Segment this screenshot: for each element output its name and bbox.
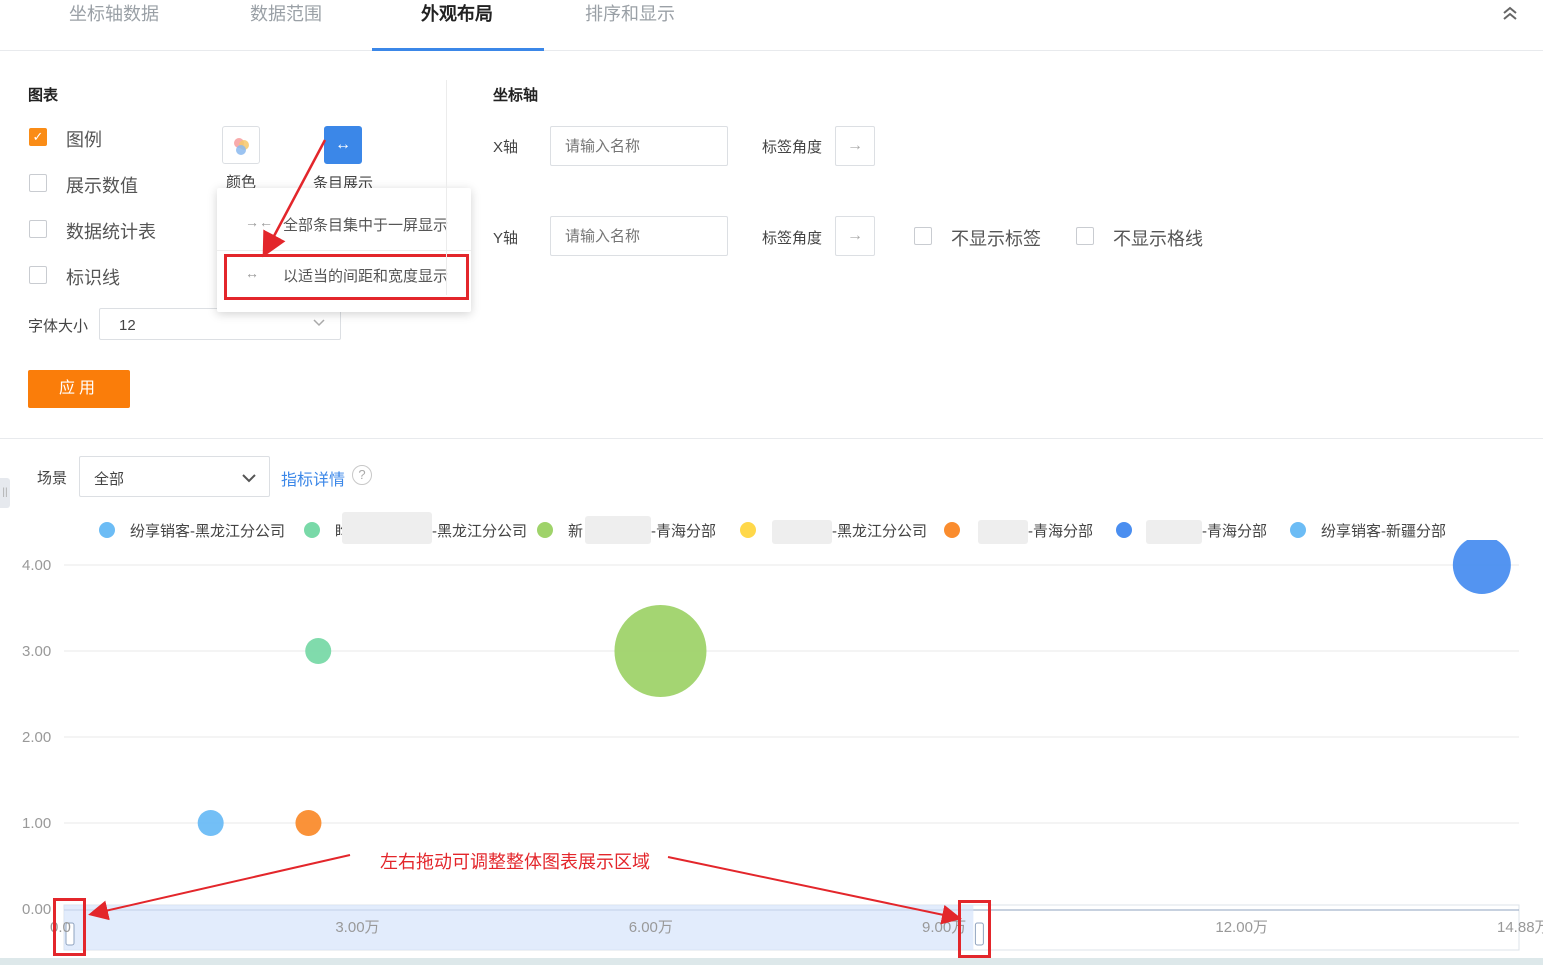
help-icon[interactable]: ? (352, 465, 372, 485)
axis-section-title: 坐标轴 (493, 87, 539, 104)
legend-marker[interactable] (944, 522, 960, 538)
hide-labels-checkbox[interactable] (914, 227, 932, 245)
x-axis-label: X轴 (493, 139, 519, 156)
apply-button[interactable]: 应用 (28, 370, 130, 408)
dropdown-annotation-arrow (262, 139, 327, 258)
y-axis-label: Y轴 (493, 230, 519, 247)
highlight-box-left-handle (53, 898, 86, 956)
legend-item-label[interactable]: 纷享销客-新疆分部 (1321, 520, 1446, 541)
y-tick-label: 2.00 (22, 729, 51, 746)
panel-divider (446, 80, 447, 295)
legend-item-label[interactable]: 纷享销客-黑龙江分公司 (130, 520, 285, 541)
scene-value: 全部 (94, 471, 125, 488)
bubble-point[interactable] (197, 810, 224, 836)
bottom-strip (0, 958, 1543, 965)
tab-axis-data[interactable]: 坐标轴数据 (69, 0, 159, 24)
legend-item-label[interactable]: -黑龙江分公司 (432, 520, 527, 541)
show-values-checkbox[interactable] (29, 174, 47, 192)
show-values-label: 展示数值 (66, 176, 138, 196)
stats-table-label: 数据统计表 (66, 222, 156, 242)
tab-appearance-layout[interactable]: 外观布局 (421, 0, 493, 24)
y-tick-label: 3.00 (22, 643, 51, 660)
scene-select[interactable]: 全部 (79, 456, 270, 497)
arrow-right-icon: → (847, 137, 863, 154)
tab-sort-display[interactable]: 排序和显示 (585, 0, 675, 24)
legend-marker[interactable] (537, 522, 553, 538)
expand-arrows-icon: ↔ (335, 136, 351, 153)
highlight-box-right-handle (958, 900, 991, 958)
side-drag-handle[interactable]: || (0, 478, 10, 508)
legend-marker[interactable] (1116, 522, 1132, 538)
arrow-right-icon: → (847, 227, 863, 244)
legend-marker[interactable] (740, 522, 756, 538)
bubble-point[interactable] (614, 605, 707, 697)
highlight-box-option (224, 254, 469, 300)
legend-checkbox-label: 图例 (66, 130, 102, 150)
chevron-down-icon (312, 313, 326, 335)
legend-marker[interactable] (99, 522, 115, 538)
y-label-angle-button[interactable]: → (835, 216, 875, 256)
legend-item-label[interactable]: -青海分部 (1202, 520, 1267, 541)
font-size-label: 字体大小 (28, 318, 89, 335)
x-axis-name-input[interactable] (550, 126, 728, 166)
legend-item-label[interactable]: -青海分部 (1028, 520, 1093, 541)
legend-item-label[interactable]: -黑龙江分公司 (832, 520, 927, 541)
collapse-icon[interactable] (1498, 4, 1522, 26)
marker-line-label: 标识线 (66, 268, 120, 288)
legend-marker[interactable] (304, 522, 320, 538)
font-size-select[interactable]: 12 (99, 308, 341, 340)
legend-item-label[interactable]: -青海分部 (651, 520, 716, 541)
y-label-angle-label: 标签角度 (762, 230, 823, 247)
x-label-angle-label: 标签角度 (762, 139, 823, 156)
indicator-detail-link[interactable]: 指标详情 (281, 466, 345, 490)
font-size-value: 12 (119, 317, 136, 334)
y-tick-label: 1.00 (22, 815, 51, 832)
legend-checkbox[interactable]: ✓ (29, 128, 47, 146)
hide-labels-label: 不显示标签 (951, 229, 1041, 249)
scene-label: 场景 (37, 470, 68, 487)
hide-grid-checkbox[interactable] (1076, 227, 1094, 245)
color-palette-icon (234, 138, 249, 155)
tab-data-range[interactable]: 数据范围 (250, 0, 322, 24)
bubble-point[interactable] (1452, 540, 1511, 594)
chevron-down-icon (241, 467, 257, 491)
y-tick-label: 4.00 (22, 557, 51, 574)
annotation-arrows (88, 854, 962, 925)
x-label-angle-button[interactable]: → (835, 126, 875, 166)
hide-grid-label: 不显示格线 (1113, 229, 1203, 249)
y-axis-name-input[interactable] (550, 216, 728, 256)
bubble-point[interactable] (295, 810, 322, 836)
chart-section-title: 图表 (28, 87, 59, 104)
legend-marker[interactable] (1290, 522, 1306, 538)
tab-bar: 坐标轴数据 数据范围 外观布局 排序和显示 (0, 0, 1543, 51)
marker-line-checkbox[interactable] (29, 266, 47, 284)
bubble-point[interactable] (305, 638, 332, 664)
stats-table-checkbox[interactable] (29, 220, 47, 238)
section-separator (0, 438, 1543, 439)
legend-item-label[interactable]: 新 (568, 520, 583, 541)
active-tab-indicator (372, 48, 544, 51)
